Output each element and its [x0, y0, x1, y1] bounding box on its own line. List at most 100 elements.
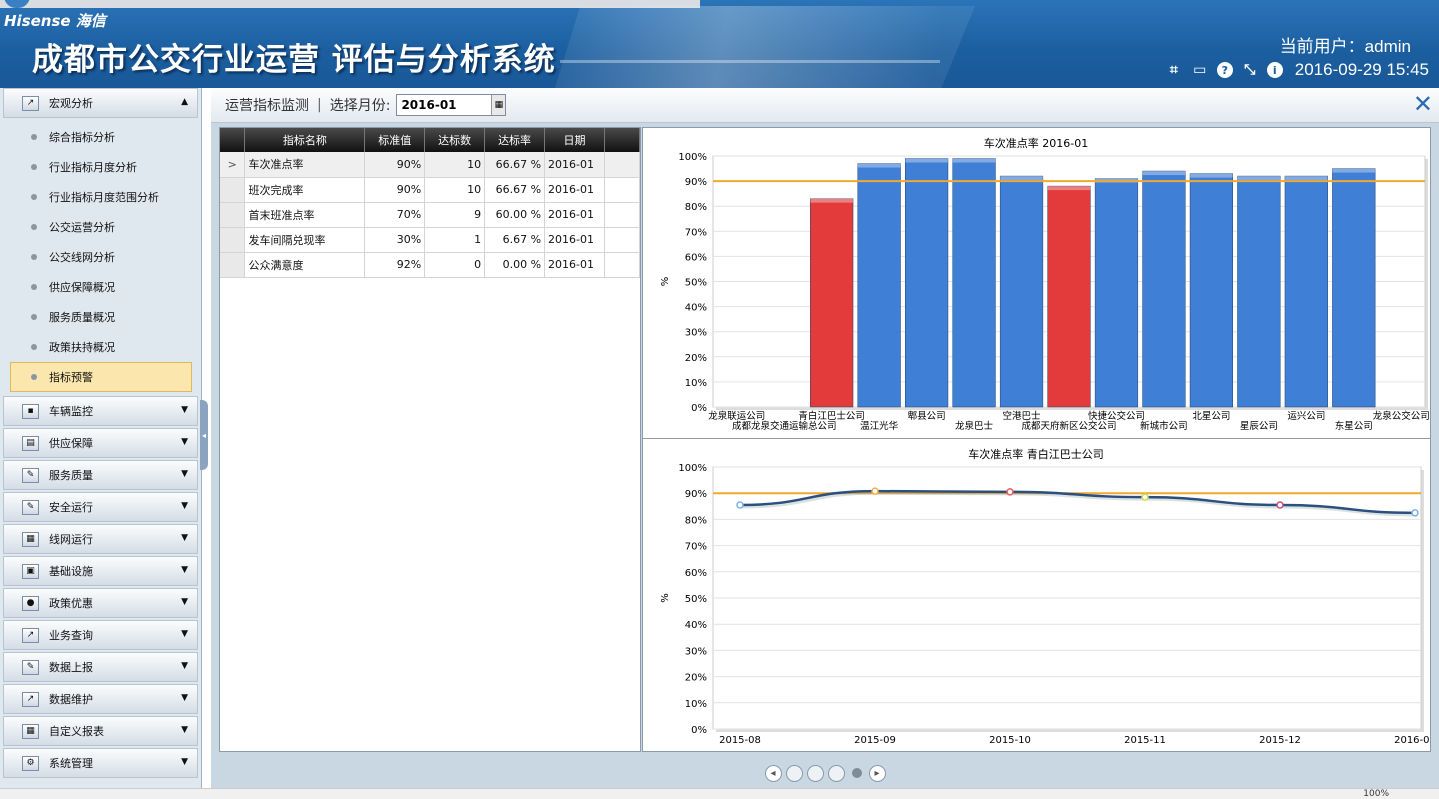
sidebar-group-label: 供应保障	[49, 437, 93, 450]
info-icon[interactable]: i	[1266, 62, 1283, 78]
x-tick-label: 龙泉巴士	[955, 420, 994, 432]
chevron-down-icon: ▼	[181, 725, 188, 735]
cell-name: 首末班准点率	[244, 202, 366, 228]
bar-highlight	[905, 158, 948, 163]
sidebar-group-4[interactable]: ✎ 安全运行 ▼	[3, 492, 198, 522]
resize-icon[interactable]: ⤡	[1241, 61, 1259, 79]
data-point	[1141, 493, 1149, 501]
table-row[interactable]: 公众满意度 92% 0 0.00 % 2016-01	[220, 252, 640, 278]
sidebar-item-7[interactable]: 政策扶持概况	[3, 332, 198, 362]
sidebar-group-7[interactable]: ● 政策优惠 ▼	[3, 588, 198, 618]
x-tick-label: 2015-09	[854, 735, 896, 746]
close-icon[interactable]: ✕	[1413, 92, 1433, 116]
y-axis-label: %	[660, 593, 671, 603]
bar	[1094, 178, 1139, 408]
col-rate[interactable]: 达标率	[484, 128, 546, 152]
sidebar-item-6[interactable]: 服务质量概况	[3, 302, 198, 332]
table-row[interactable]: 首末班准点率 70% 9 60.00 % 2016-01	[220, 202, 640, 228]
table-body: > 车次准点率 90% 10 66.67 % 2016-01 班次完成率 90% 10 66.67…	[220, 152, 640, 278]
sidebar-item-3[interactable]: 公交运营分析	[3, 212, 198, 242]
bar	[1237, 175, 1281, 408]
sidebar-item-0[interactable]: 综合指标分析	[3, 122, 198, 152]
bar-highlight	[1142, 171, 1186, 176]
col-count[interactable]: 达标数	[424, 128, 486, 152]
bullet-icon	[31, 134, 37, 140]
y-tick-label: 0%	[691, 403, 707, 414]
brand-logo: Hisense 海信	[4, 12, 106, 30]
sidebar-group-1[interactable]: ▪ 车辆监控 ▼	[3, 396, 198, 426]
sidebar-collapse-handle[interactable]: ◂	[200, 400, 208, 470]
cell-name: 车次准点率	[244, 152, 366, 178]
col-date[interactable]: 日期	[544, 128, 605, 152]
bullet-icon	[31, 164, 37, 170]
chevron-down-icon: ▼	[181, 405, 188, 415]
sidebar-group-2[interactable]: ▤ 供应保障 ▼	[3, 428, 198, 458]
supply-icon: ▤	[22, 435, 39, 451]
table-row[interactable]: 发车间隔兑现率 30% 1 6.67 % 2016-01	[220, 227, 640, 253]
calendar-icon[interactable]: ▦	[491, 95, 506, 115]
indicator-table-panel: 指标名称 标准值 达标数 达标率 日期 > 车次准点率 90% 10 66.67 % 20…	[219, 127, 641, 752]
grid-icon: ▦	[22, 723, 39, 739]
table-row[interactable]: > 车次准点率 90% 10 66.67 % 2016-01	[220, 152, 640, 178]
pager-dot-4-active[interactable]	[851, 768, 862, 778]
crop-icon[interactable]: ⌗	[1165, 61, 1183, 79]
sidebar-group-6[interactable]: ▣ 基础设施 ▼	[3, 556, 198, 586]
sidebar-item-2[interactable]: 行业指标月度范围分析	[3, 182, 198, 212]
sidebar-group-8[interactable]: ↗ 业务查询 ▼	[3, 620, 198, 650]
sidebar-group-9[interactable]: ✎ 数据上报 ▼	[3, 652, 198, 682]
datetime: 2016-09-29 15:45	[1294, 60, 1429, 79]
row-selector[interactable]	[220, 252, 246, 278]
row-selector[interactable]	[220, 227, 246, 253]
month-input[interactable]: 2016-01	[397, 98, 492, 112]
row-selector[interactable]	[220, 177, 246, 203]
y-tick-label: 90%	[685, 489, 707, 500]
monitor-icon: ▪	[22, 403, 39, 419]
bar	[904, 158, 949, 408]
cell-standard: 92%	[364, 252, 426, 278]
table-row[interactable]: 班次完成率 90% 10 66.67 % 2016-01	[220, 177, 640, 203]
y-tick-label: 40%	[685, 620, 707, 631]
sidebar-item-1[interactable]: 行业指标月度分析	[3, 152, 198, 182]
sidebar-group-5[interactable]: ▦ 线网运行 ▼	[3, 524, 198, 554]
cell-count: 10	[424, 177, 486, 203]
row-selector[interactable]	[220, 202, 246, 228]
pager-next-button[interactable]: ▸	[868, 764, 886, 782]
help-icon[interactable]: ?	[1216, 62, 1233, 78]
bar-highlight	[1237, 176, 1281, 181]
cell-name: 发车间隔兑现率	[244, 227, 366, 253]
globe-icon: ●	[22, 595, 39, 611]
month-picker[interactable]: 2016-01 ▦	[396, 94, 507, 116]
row-selector[interactable]: >	[220, 152, 246, 178]
app-header: Hisense 海信 成都市公交行业运营 评估与分析系统 当前用户：admin …	[0, 0, 1439, 88]
sidebar-group-11[interactable]: ▦ 自定义报表 ▼	[3, 716, 198, 746]
chart-panel: 车次准点率 2016-01 0% 10% 20% 30% 40% 50% 60% 70% 80% 9…	[642, 127, 1431, 752]
zoom-level: 100%	[1363, 789, 1389, 799]
browser-back-button[interactable]	[4, 0, 30, 8]
y-tick-label: 40%	[685, 303, 707, 314]
pager-dot-2[interactable]	[806, 764, 824, 782]
y-tick-label: 10%	[685, 378, 707, 389]
col-standard[interactable]: 标准值	[364, 128, 426, 152]
pager-prev-button[interactable]: ◂	[764, 764, 782, 782]
pager-dot-1[interactable]	[785, 764, 803, 782]
sidebar-item-5[interactable]: 供应保障概况	[3, 272, 198, 302]
chart-title: 车次准点率 青白江巴士公司	[968, 447, 1104, 461]
pager-dot-3[interactable]	[827, 764, 845, 782]
cell-count: 0	[424, 252, 486, 278]
chevron-down-icon: ▼	[181, 757, 188, 767]
keyboard-icon[interactable]: ▭	[1191, 61, 1209, 79]
sidebar-item-8[interactable]: 指标预警	[10, 362, 192, 392]
cell-standard: 70%	[364, 202, 426, 228]
x-tick-label: 东星公司	[1335, 420, 1373, 432]
cell-rate: 66.67 %	[484, 177, 546, 203]
sidebar-group-3[interactable]: ✎ 服务质量 ▼	[3, 460, 198, 490]
status-bar: 100%	[0, 788, 1439, 799]
title-separator: |	[317, 97, 322, 113]
sidebar-group-10[interactable]: ↗ 数据维护 ▼	[3, 684, 198, 714]
sidebar-item-4[interactable]: 公交线网分析	[3, 242, 198, 272]
bar-highlight	[857, 163, 901, 168]
sidebar-group-12[interactable]: ⚙ 系统管理 ▼	[3, 748, 198, 778]
sidebar-group-0[interactable]: ↗ 宏观分析 ▲	[3, 88, 198, 118]
sidebar-item-label: 服务质量概况	[49, 311, 115, 324]
col-name[interactable]: 指标名称	[244, 128, 366, 152]
